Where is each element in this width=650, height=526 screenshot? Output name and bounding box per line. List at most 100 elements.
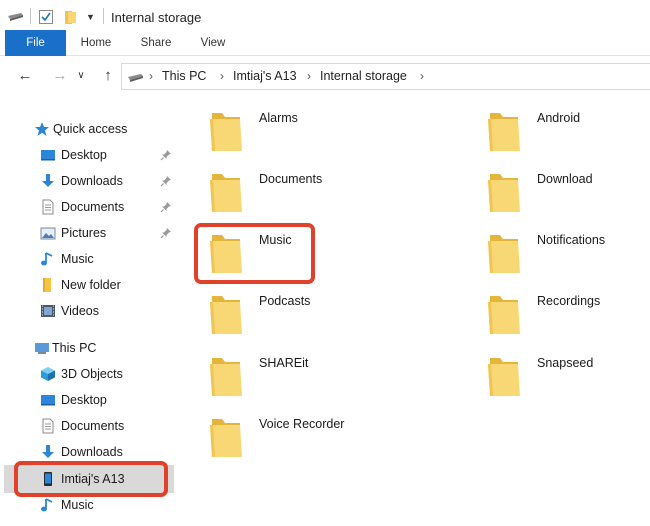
sidebar-item-label: Videos <box>61 304 99 318</box>
drive-icon <box>8 13 23 21</box>
folder-shareit[interactable]: SHAREit <box>209 356 409 414</box>
sidebar-item-desktop[interactable]: Desktop <box>0 142 180 168</box>
sidebar-item-documents[interactable]: Documents <box>0 194 180 220</box>
window-title: Internal storage <box>111 10 202 25</box>
desktop-icon <box>41 150 55 161</box>
pin-icon[interactable] <box>160 149 172 161</box>
star-icon <box>35 122 49 136</box>
breadcrumb-chevron-icon[interactable]: › <box>420 69 424 83</box>
toolbar-separator <box>103 8 104 24</box>
toolbar-separator <box>30 8 31 24</box>
sidebar-item-videos[interactable]: Videos <box>0 298 180 324</box>
folder-name: Voice Recorder <box>259 417 345 431</box>
download-icon <box>42 445 54 458</box>
folder-name: Alarms <box>259 111 298 125</box>
sidebar-item-label: New folder <box>61 278 121 292</box>
folder-documents[interactable]: Documents <box>209 172 409 230</box>
breadcrumb-device[interactable]: Imtiaj's A13 <box>233 69 297 83</box>
back-arrow-icon[interactable]: ← <box>14 63 36 89</box>
up-arrow-icon[interactable]: ↑ <box>97 63 119 89</box>
breadcrumb-this-pc[interactable]: This PC <box>162 69 206 83</box>
folder-name: Documents <box>259 172 323 186</box>
sidebar-item-label: Quick access <box>53 122 128 136</box>
tab-share[interactable]: Share <box>133 30 179 56</box>
folder-icon <box>487 172 521 214</box>
music-icon <box>41 252 53 266</box>
sidebar-item-music[interactable]: Music <box>0 246 180 272</box>
folder-icon <box>209 172 243 214</box>
customize-toolbar-chevron-icon[interactable]: ▼ <box>86 12 96 22</box>
pin-icon[interactable] <box>160 175 172 187</box>
sidebar-item-label: Documents <box>61 200 125 214</box>
sidebar-item-pc-documents[interactable]: Documents <box>0 413 180 439</box>
download-icon <box>42 174 54 187</box>
sidebar-item-pictures[interactable]: Pictures <box>0 220 180 246</box>
folder-icon <box>487 233 521 275</box>
tab-view[interactable]: View <box>192 30 234 56</box>
folder-content-area: Alarms Android Documents Download Music … <box>180 92 650 526</box>
new-folder-icon[interactable] <box>64 9 78 25</box>
ribbon-tabs: File Home Share View <box>0 30 650 56</box>
folder-icon <box>209 111 243 153</box>
3d-objects-icon <box>41 367 55 381</box>
tab-file[interactable]: File <box>5 30 66 56</box>
folder-recordings[interactable]: Recordings <box>487 294 650 352</box>
folder-download[interactable]: Download <box>487 172 650 230</box>
breadcrumb-internal-storage[interactable]: Internal storage <box>320 69 407 83</box>
sidebar-item-label: Downloads <box>61 445 123 459</box>
sidebar-item-label: Desktop <box>61 393 107 407</box>
folder-voice-recorder[interactable]: Voice Recorder <box>209 417 409 475</box>
folder-icon <box>43 278 51 292</box>
folder-notifications[interactable]: Notifications <box>487 233 650 291</box>
folder-android[interactable]: Android <box>487 111 650 169</box>
this-pc-icon <box>35 343 49 354</box>
breadcrumb-chevron-icon[interactable]: › <box>220 69 224 83</box>
folder-snapseed[interactable]: Snapseed <box>487 356 650 414</box>
address-bar[interactable]: › This PC › Imtiaj's A13 › Internal stor… <box>121 63 650 90</box>
sidebar-item-new-folder[interactable]: New folder <box>0 272 180 298</box>
folder-icon <box>209 356 243 398</box>
sidebar-item-label: Documents <box>61 419 125 433</box>
title-bar: ▼ Internal storage <box>0 0 650 32</box>
sidebar-item-label: Downloads <box>61 174 123 188</box>
sidebar-item-quick-access[interactable]: Quick access <box>0 116 180 142</box>
sidebar-item-this-pc[interactable]: This PC <box>0 335 180 361</box>
sidebar-item-pc-music[interactable]: Music <box>0 492 180 518</box>
breadcrumb-chevron-icon[interactable]: › <box>307 69 311 83</box>
folder-name: Android <box>537 111 581 125</box>
folder-name: Snapseed <box>537 356 594 370</box>
annotation-highlight-box <box>194 223 315 284</box>
folder-name: Podcasts <box>259 294 311 308</box>
folder-alarms[interactable]: Alarms <box>209 111 409 169</box>
folder-podcasts[interactable]: Podcasts <box>209 294 409 352</box>
folder-icon <box>487 294 521 336</box>
sidebar-item-3d-objects[interactable]: 3D Objects <box>0 361 180 387</box>
tab-home[interactable]: Home <box>72 30 120 56</box>
documents-icon <box>42 418 54 434</box>
properties-icon[interactable] <box>38 9 54 25</box>
folder-name: Recordings <box>537 294 601 308</box>
folder-icon <box>209 294 243 336</box>
sidebar-item-label: This PC <box>52 341 97 355</box>
sidebar-item-label: Desktop <box>61 148 107 162</box>
folder-icon <box>209 417 243 459</box>
folder-name: Notifications <box>537 233 606 247</box>
recent-locations-chevron-icon[interactable]: ∨ <box>74 63 88 89</box>
sidebar-item-downloads[interactable]: Downloads <box>0 168 180 194</box>
music-icon <box>41 498 53 512</box>
pin-icon[interactable] <box>160 227 172 239</box>
desktop-icon <box>41 395 55 406</box>
sidebar-item-label: Pictures <box>61 226 107 240</box>
sidebar-item-pc-desktop[interactable]: Desktop <box>0 387 180 413</box>
drive-icon <box>128 74 143 82</box>
documents-icon <box>42 199 54 215</box>
folder-name: Download <box>537 172 593 186</box>
folder-icon <box>487 356 521 398</box>
pin-icon[interactable] <box>160 201 172 213</box>
sidebar-item-label: Music <box>61 498 94 512</box>
breadcrumb-chevron-icon[interactable]: › <box>149 69 153 83</box>
videos-icon <box>41 305 55 317</box>
navigation-pane: Quick access Desktop Downloads Documents <box>0 112 180 526</box>
pictures-icon <box>40 227 56 240</box>
forward-arrow-icon[interactable]: → <box>49 63 71 89</box>
